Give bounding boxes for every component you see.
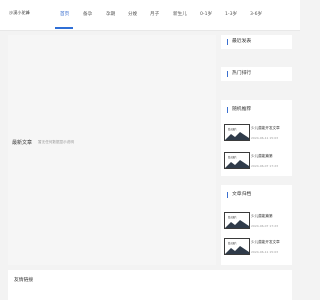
archive-item[interactable]: 暂无图片 少儿潜能开发文章 2024-06-11 15:03 <box>224 238 294 258</box>
article-date: 2024-06-07 17:23 <box>251 224 279 228</box>
random-item[interactable]: 暂无图片 少儿潜能开发文章 2024-06-11 15:03 <box>224 124 294 144</box>
recent-posts-title: 最近发表 <box>227 39 251 45</box>
nav-postpartum[interactable]: 月子 <box>150 11 159 17</box>
main-content-area <box>8 35 216 265</box>
friend-links-title: 友情链接 <box>14 278 34 283</box>
mountain-placeholder-icon <box>225 220 249 228</box>
site-logo[interactable]: 沙漠小驼峰 <box>9 10 30 16</box>
archive-item[interactable]: 暂无图片 少儿潜能篇第 2024-06-07 17:23 <box>224 212 294 232</box>
recent-posts-box: 最近发表 <box>221 35 292 49</box>
top-navigation-bar: 沙漠小驼峰 首页 备孕 孕期 分娩 月子 新生儿 0-1岁 1-3岁 3-6岁 <box>0 0 300 31</box>
nav-1-3-years[interactable]: 1-3岁 <box>225 11 237 17</box>
latest-articles-header: 最新文章 暂无任何数据显示说明 <box>12 136 74 148</box>
mountain-placeholder-icon <box>225 132 249 140</box>
nav-pregnancy[interactable]: 孕期 <box>106 11 115 17</box>
article-title[interactable]: 少儿潜能篇第 <box>251 154 273 159</box>
hot-ranking-box: 热门排行 <box>221 67 292 81</box>
article-thumbnail[interactable]: 暂无图片 <box>224 152 250 169</box>
article-title[interactable]: 少儿潜能篇第 <box>251 214 273 219</box>
random-recommend-title: 随机推荐 <box>227 107 251 113</box>
article-thumbnail[interactable]: 暂无图片 <box>224 212 250 229</box>
nav-newborn[interactable]: 新生儿 <box>173 11 187 17</box>
random-recommend-box: 随机推荐 暂无图片 少儿潜能开发文章 2024-06-11 15:03 暂无图片… <box>221 100 292 176</box>
article-date: 2024-06-11 15:03 <box>251 136 279 140</box>
article-title[interactable]: 少儿潜能开发文章 <box>251 240 280 245</box>
article-thumbnail[interactable]: 暂无图片 <box>224 124 250 141</box>
article-thumbnail[interactable]: 暂无图片 <box>224 238 250 255</box>
random-item[interactable]: 暂无图片 少儿潜能篇第 2024-06-07 17:23 <box>224 152 294 172</box>
latest-articles-note: 暂无任何数据显示说明 <box>38 139 74 144</box>
article-title[interactable]: 少儿潜能开发文章 <box>251 126 280 131</box>
nav-3-6-years[interactable]: 3-6岁 <box>250 11 262 17</box>
hot-ranking-title: 热门排行 <box>227 71 251 77</box>
mountain-placeholder-icon <box>225 160 249 168</box>
nav-0-1-years[interactable]: 0-1岁 <box>200 11 212 17</box>
archive-title: 文章归档 <box>227 192 251 198</box>
active-nav-indicator <box>55 27 73 29</box>
archive-box: 文章归档 暂无图片 少儿潜能篇第 2024-06-07 17:23 暂无图片 少… <box>221 185 292 265</box>
article-date: 2024-06-07 17:23 <box>251 164 279 168</box>
mountain-placeholder-icon <box>225 246 249 254</box>
latest-articles-title: 最新文章 <box>12 139 33 146</box>
nav-home[interactable]: 首页 <box>60 11 69 17</box>
article-date: 2024-06-11 15:03 <box>251 250 279 254</box>
nav-childbirth[interactable]: 分娩 <box>128 11 137 17</box>
friend-links-box: 友情链接 <box>8 270 292 300</box>
nav-pre-pregnancy[interactable]: 备孕 <box>83 11 92 17</box>
